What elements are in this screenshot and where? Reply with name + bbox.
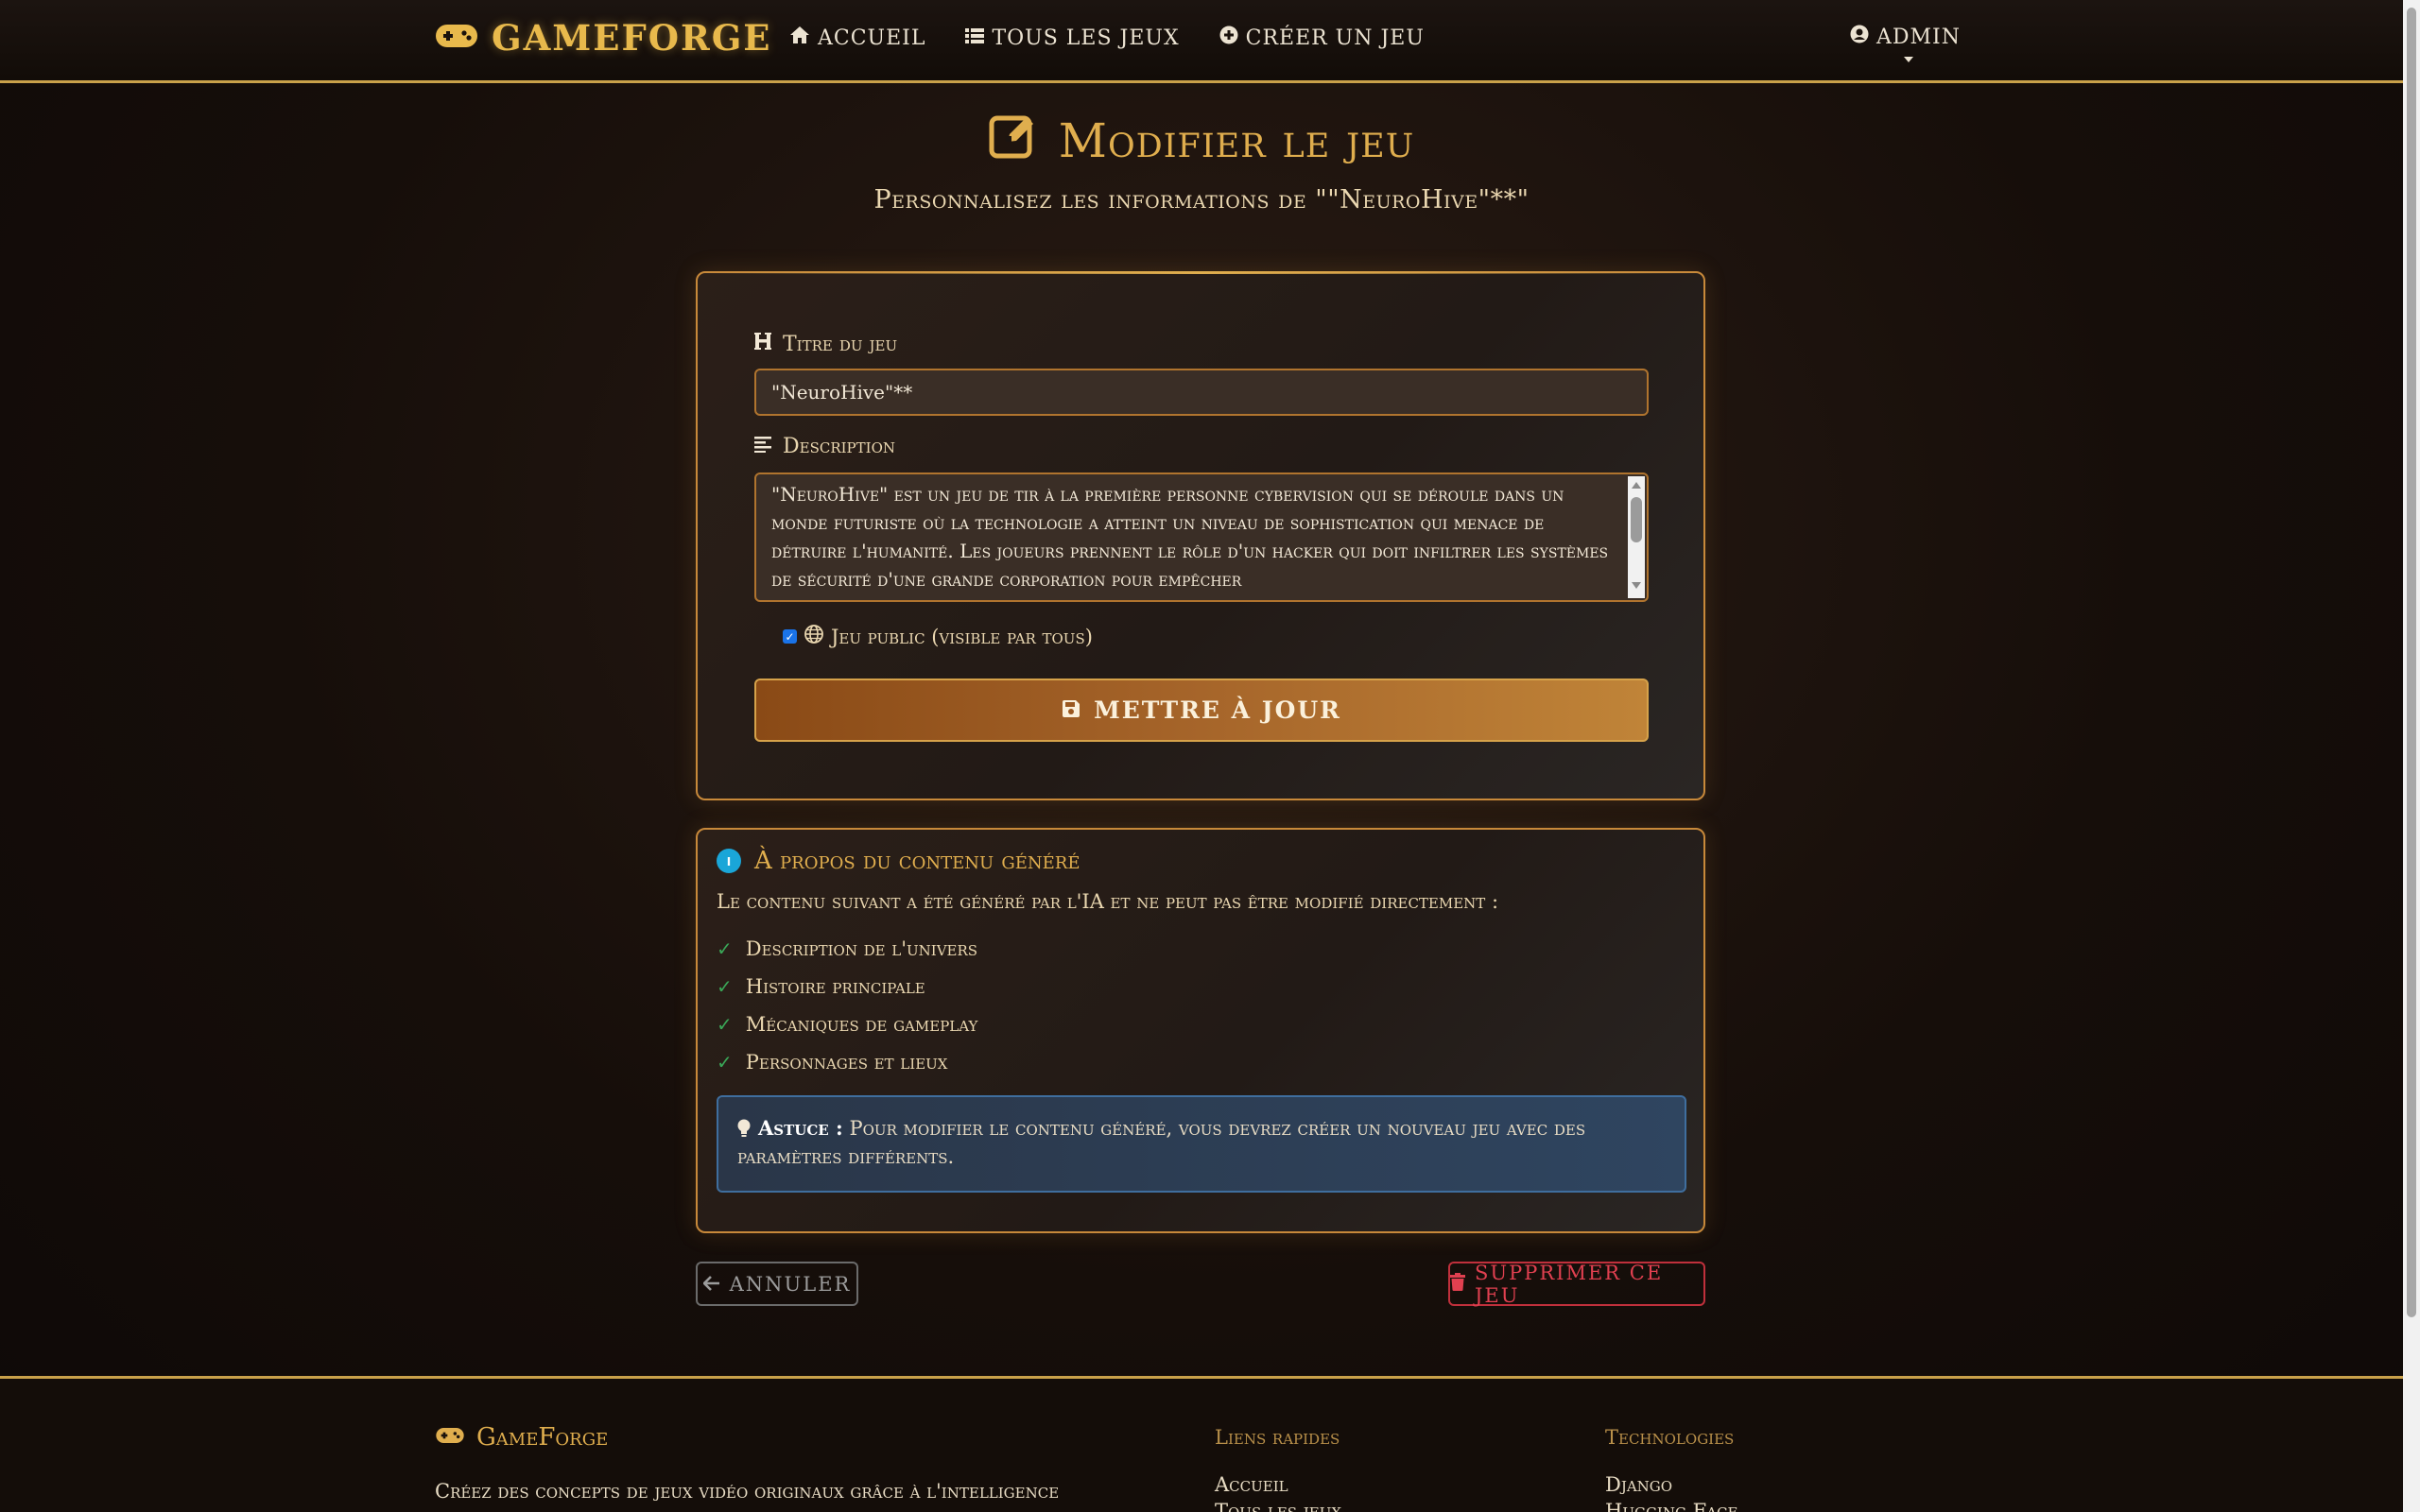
brand-link[interactable]: GAMEFORGE	[435, 17, 772, 59]
gamepad-icon	[435, 22, 478, 54]
footer-quick-links-title: Liens rapides	[1215, 1426, 1340, 1449]
public-checkbox[interactable]: ✓	[783, 629, 797, 644]
list-item-label: Personnages et lieux	[745, 1051, 948, 1074]
list-icon	[965, 26, 985, 50]
top-navbar: GAMEFORGE ACCUEIL TOUS LES JEUX CRÉER UN…	[0, 0, 2403, 83]
page-scrollbar-thumb[interactable]	[2407, 8, 2416, 1317]
page-scrollbar[interactable]	[2403, 0, 2420, 1512]
delete-game-button[interactable]: SUPPRIMER CE JEU	[1448, 1261, 1705, 1307]
save-icon	[1062, 696, 1080, 724]
info-text: Le contenu suivant a été généré par l'IA…	[717, 890, 1499, 913]
page-subtitle: Personnalisez les informations de ""Neur…	[873, 185, 1530, 215]
cancel-button-label: ANNULER	[729, 1272, 852, 1296]
check-icon: ✓	[717, 937, 733, 960]
footer-brand: GameForge	[435, 1423, 608, 1452]
nav-all-games-label: TOUS LES JEUX	[992, 26, 1180, 50]
scroll-up-arrow-icon[interactable]	[1632, 482, 1641, 489]
generated-content-info-card: i À propos du contenu généré Le contenu …	[696, 828, 1705, 1233]
list-item: ✓ Personnages et lieux	[717, 1043, 977, 1081]
title-label: Titre du jeu	[754, 332, 897, 356]
title-input-value: "NeuroHive"**	[771, 381, 913, 404]
generated-items-list: ✓ Description de l'univers ✓ Histoire prin…	[717, 930, 977, 1081]
user-menu[interactable]: ADMIN	[1850, 25, 1961, 49]
public-toggle: ✓ Jeu public (visible par tous)	[783, 625, 1093, 648]
cancel-button[interactable]: ANNULER	[696, 1262, 858, 1306]
globe-icon	[804, 625, 823, 648]
nav-create-game-label: CRÉER UN JEU	[1245, 26, 1425, 50]
footer-brand-name: GameForge	[476, 1423, 609, 1452]
check-icon: ✓	[717, 1051, 733, 1074]
arrow-left-icon	[701, 1273, 720, 1296]
nav-all-games[interactable]: TOUS LES JEUX	[965, 26, 1179, 50]
footer-tech-title: Technologies	[1605, 1426, 1735, 1449]
nav-create-game[interactable]: CRÉER UN JEU	[1219, 26, 1425, 50]
nav-home-label: ACCUEIL	[818, 26, 926, 50]
nav-home[interactable]: ACCUEIL	[789, 26, 925, 50]
public-label: Jeu public (visible par tous)	[831, 625, 1093, 648]
list-item: ✓ Mécaniques de gameplay	[717, 1005, 977, 1043]
edit-icon	[989, 112, 1038, 170]
tip-alert: Astuce : Pour modifier le contenu généré…	[717, 1095, 1686, 1193]
check-icon: ✓	[717, 975, 733, 998]
description-textarea[interactable]: "NeuroHive" est un jeu de tir à la premi…	[754, 472, 1649, 602]
plus-circle-icon	[1219, 26, 1238, 50]
heading-icon	[754, 332, 771, 356]
footer-tech-django[interactable]: Django	[1605, 1473, 1672, 1496]
tip-text: Pour modifier le contenu généré, vous de…	[737, 1117, 1586, 1168]
footer-link-all-games[interactable]: Tous les jeux	[1215, 1500, 1341, 1512]
page-title: Modifier le jeu	[989, 112, 1414, 170]
list-item-label: Histoire principale	[745, 975, 925, 998]
footer-tech-hugging-face[interactable]: Hugging Face	[1605, 1500, 1737, 1512]
edit-form-card: Titre du jeu "NeuroHive"** Description "…	[696, 271, 1705, 800]
list-item-label: Mécaniques de gameplay	[745, 1013, 978, 1036]
info-card-title: i À propos du contenu généré	[717, 847, 1080, 875]
description-value: "NeuroHive" est un jeu de tir à la premi…	[771, 483, 1609, 591]
caret-down-icon	[1904, 57, 1913, 62]
home-icon	[789, 26, 810, 50]
user-menu-label: ADMIN	[1876, 25, 1961, 49]
textarea-scrollbar[interactable]	[1628, 476, 1645, 598]
info-icon: i	[717, 849, 741, 873]
list-item-label: Description de l'univers	[745, 937, 978, 960]
page-title-text: Modifier le jeu	[1058, 113, 1415, 168]
delete-button-label: SUPPRIMER CE JEU	[1475, 1261, 1664, 1307]
trash-icon	[1450, 1272, 1465, 1296]
scroll-thumb[interactable]	[1631, 497, 1642, 542]
list-item: ✓ Histoire principale	[717, 968, 977, 1005]
footer: GameForge Créez des concepts de jeux vid…	[0, 1376, 2403, 1512]
align-left-icon	[754, 435, 771, 458]
brand-name: GAMEFORGE	[492, 17, 772, 59]
card-top-glow	[698, 271, 1703, 274]
user-circle-icon	[1850, 25, 1869, 49]
footer-link-home[interactable]: Accueil	[1215, 1473, 1288, 1496]
page-header: Modifier le jeu Personnalisez les inform…	[0, 112, 2403, 215]
footer-description: Créez des concepts de jeux vidéo origina…	[435, 1480, 1060, 1512]
check-icon: ✓	[717, 1013, 733, 1036]
title-input[interactable]: "NeuroHive"**	[754, 369, 1649, 416]
title-label-text: Titre du jeu	[783, 332, 898, 356]
description-label: Description	[754, 435, 895, 458]
update-button[interactable]: METTRE À JOUR	[754, 679, 1649, 742]
description-label-text: Description	[783, 435, 896, 458]
update-button-label: METTRE À JOUR	[1094, 696, 1341, 724]
info-title-text: À propos du contenu généré	[754, 847, 1080, 875]
gamepad-icon	[435, 1423, 465, 1452]
scroll-down-arrow-icon[interactable]	[1632, 582, 1641, 589]
list-item: ✓ Description de l'univers	[717, 930, 977, 968]
lightbulb-icon	[737, 1117, 758, 1140]
tip-label: Astuce :	[758, 1116, 843, 1140]
